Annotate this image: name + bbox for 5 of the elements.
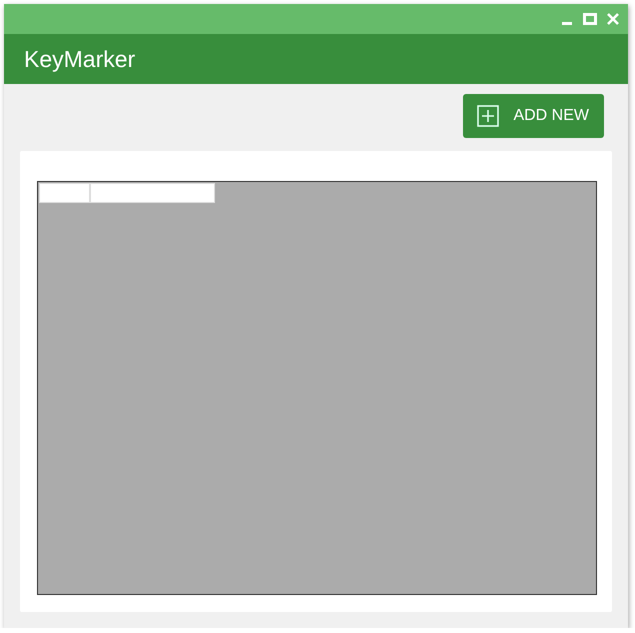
app-title: KeyMarker <box>24 46 136 72</box>
add-button[interactable]: ADD NEW <box>463 94 604 138</box>
maximize-icon[interactable] <box>583 13 597 25</box>
plus-icon <box>477 105 500 127</box>
close-icon[interactable] <box>607 13 619 25</box>
